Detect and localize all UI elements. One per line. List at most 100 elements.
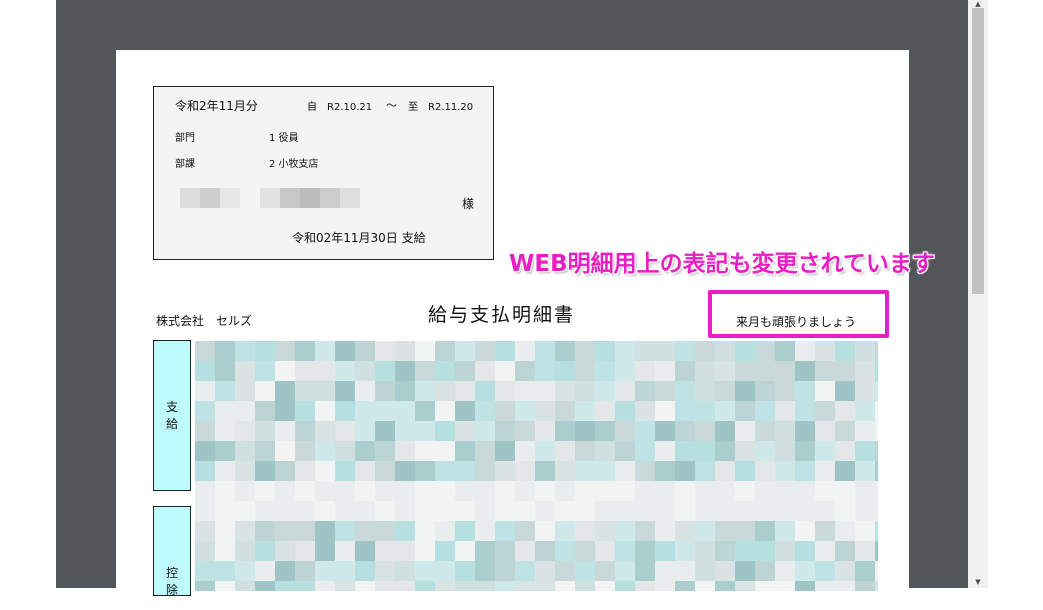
pay-period-from: 自 R2.10.21 [307, 102, 373, 113]
mosaic-cell [615, 561, 635, 581]
mosaic-cell [615, 441, 635, 461]
mosaic-cell [635, 441, 655, 461]
mosaic-cell [735, 541, 755, 561]
mosaic-cell [715, 541, 735, 561]
mosaic-cell [395, 581, 415, 591]
deduction-section-label: 控 除 [153, 506, 191, 597]
mosaic-cell [275, 501, 295, 521]
mosaic-cell [375, 561, 395, 581]
mosaic-cell [855, 501, 875, 521]
mosaic-cell [555, 501, 575, 521]
mosaic-cell [735, 441, 755, 461]
mosaic-cell [455, 401, 475, 421]
mosaic-cell [235, 381, 255, 401]
mosaic-cell [415, 541, 435, 561]
mosaic-cell [695, 561, 715, 581]
mosaic-cell [215, 421, 235, 441]
mosaic-cell [395, 521, 415, 541]
mosaic-cell [415, 461, 435, 481]
mosaic-cell [235, 361, 255, 381]
mosaic-cell [195, 461, 215, 481]
mosaic-cell [675, 381, 695, 401]
mosaic-cell [395, 361, 415, 381]
mosaic-cell [375, 501, 395, 521]
mosaic-cell [335, 521, 355, 541]
mosaic-cell [715, 561, 735, 581]
mosaic-cell [375, 341, 395, 361]
mosaic-cell [515, 401, 535, 421]
mosaic-cell [475, 421, 495, 441]
mosaic-cell [375, 381, 395, 401]
mosaic-cell [815, 381, 835, 401]
mosaic-cell [535, 401, 555, 421]
mosaic-cell [495, 581, 515, 591]
mosaic-cell [575, 421, 595, 441]
mosaic-cell [575, 401, 595, 421]
mosaic-cell [835, 461, 855, 481]
message-text: 来月も頑張りましょう [736, 315, 857, 329]
mosaic-cell [555, 581, 575, 591]
mosaic-cell [835, 421, 855, 441]
mosaic-cell [315, 581, 335, 591]
mosaic-cell [455, 461, 475, 481]
scroll-up-arrow-icon[interactable]: ▲ [972, 0, 984, 8]
mosaic-cell [435, 441, 455, 461]
mosaic-cell [415, 441, 435, 461]
mosaic-cell [315, 381, 335, 401]
mosaic-cell [495, 521, 515, 541]
mosaic-cell [295, 341, 315, 361]
mosaic-cell [235, 561, 255, 581]
mosaic-cell [195, 441, 215, 461]
mosaic-cell [475, 581, 495, 591]
mosaic-cell [315, 461, 335, 481]
mosaic-cell [315, 481, 335, 501]
mosaic-cell [695, 361, 715, 381]
mosaic-cell [495, 361, 515, 381]
department-label: 部門 [175, 133, 195, 144]
company-name: 株式会社 セルズ [156, 314, 253, 328]
payment-char-2: 給 [165, 417, 178, 431]
mosaic-cell [755, 341, 775, 361]
mosaic-cell [835, 401, 855, 421]
mosaic-cell [215, 561, 235, 581]
mosaic-cell [695, 461, 715, 481]
mosaic-cell [675, 581, 695, 591]
mosaic-cell [475, 481, 495, 501]
mosaic-cell [595, 561, 615, 581]
mosaic-cell [275, 421, 295, 441]
mosaic-cell [495, 381, 515, 401]
mosaic-cell [735, 581, 755, 591]
mosaic-cell [575, 341, 595, 361]
mosaic-cell [295, 541, 315, 561]
mosaic-cell [395, 501, 415, 521]
mosaic-cell [355, 581, 375, 591]
mosaic-cell [695, 381, 715, 401]
document-title: 給与支払明細書 [428, 304, 576, 326]
mosaic-cell [615, 341, 635, 361]
mosaic-cell [555, 461, 575, 481]
mosaic-cell [275, 581, 295, 591]
mosaic-cell [575, 481, 595, 501]
mosaic-cell [315, 361, 335, 381]
vertical-scrollbar-thumb[interactable] [972, 8, 984, 294]
mosaic-cell [395, 561, 415, 581]
mosaic-cell [715, 401, 735, 421]
mosaic-cell [435, 421, 455, 441]
mosaic-cell [575, 581, 595, 591]
mosaic-cell [235, 581, 255, 591]
mosaic-cell [755, 521, 775, 541]
mosaic-cell [275, 401, 295, 421]
mosaic-cell [215, 401, 235, 421]
mosaic-cell [815, 481, 835, 501]
mosaic-cell [695, 341, 715, 361]
mosaic-cell [295, 361, 315, 381]
mosaic-cell [315, 421, 335, 441]
mosaic-cell [635, 421, 655, 441]
mosaic-cell [195, 401, 215, 421]
mosaic-cell [535, 341, 555, 361]
mosaic-cell [595, 361, 615, 381]
mosaic-cell [315, 561, 335, 581]
mosaic-cell [435, 561, 455, 581]
mosaic-cell [195, 421, 215, 441]
scroll-down-arrow-icon[interactable]: ▼ [972, 578, 984, 586]
